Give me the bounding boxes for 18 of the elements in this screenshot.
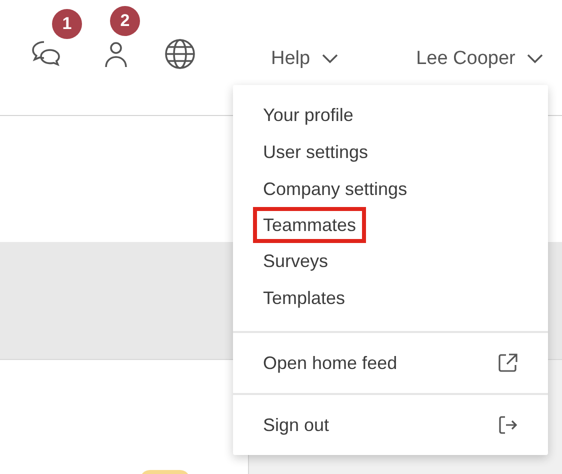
user-menu[interactable]: Lee Cooper: [416, 48, 544, 70]
menu-item[interactable]: Your profile: [233, 97, 354, 134]
sign-out-icon: [498, 415, 518, 436]
chevron-icon: [322, 54, 338, 64]
menu-item[interactable]: Surveys: [233, 243, 328, 280]
external-link-icon: [498, 353, 518, 374]
globe-icon[interactable]: [164, 38, 196, 70]
chevron-icon: [527, 54, 544, 64]
notification-badge: 1: [52, 8, 82, 38]
menu-item[interactable]: Sign out: [233, 395, 548, 456]
notification-badge: 2: [110, 6, 140, 36]
chat-icon[interactable]: [30, 38, 62, 68]
menu-item[interactable]: User settings: [233, 134, 368, 170]
menu-item[interactable]: Teammates: [253, 207, 366, 244]
menu-item[interactable]: Templates: [233, 280, 346, 316]
menu-item[interactable]: Company settings: [233, 170, 408, 208]
help-menu[interactable]: Help: [271, 48, 338, 70]
menu-item[interactable]: Open home feed: [233, 333, 548, 396]
